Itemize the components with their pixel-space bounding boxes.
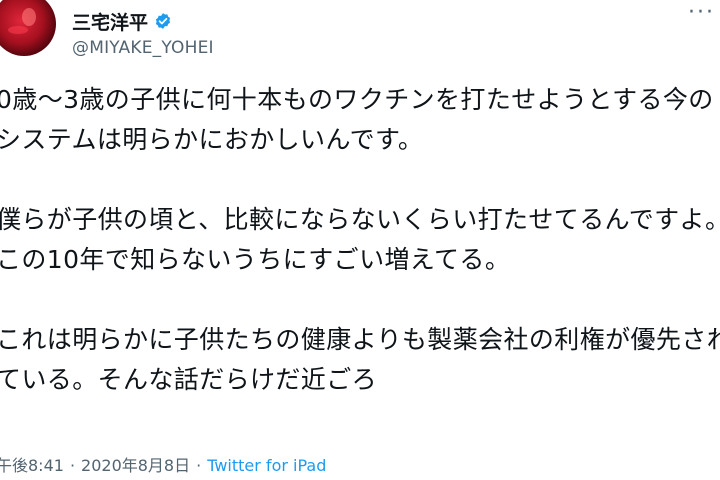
tweet-source-link[interactable]: Twitter for iPad	[207, 456, 326, 475]
avatar-highlight	[22, 8, 36, 26]
author-display-name[interactable]: 三宅洋平	[72, 8, 148, 35]
author-handle[interactable]: @MIYAKE_YOHEI	[72, 38, 214, 58]
author-name-row: 三宅洋平	[72, 8, 172, 34]
tweet-time[interactable]: 午後8:41	[0, 456, 64, 475]
meta-separator: ·	[69, 456, 76, 475]
tweet-metadata: 午後8:41 · 2020年8月8日 · Twitter for iPad	[0, 452, 326, 476]
avatar[interactable]	[0, 0, 56, 56]
meta-separator: ·	[196, 456, 202, 475]
tweet-date[interactable]: 2020年8月8日	[81, 456, 190, 475]
avatar-highlight	[8, 26, 28, 34]
verified-badge-icon	[155, 13, 171, 29]
more-options-icon[interactable]: ···	[688, 0, 715, 25]
tweet-text: 0歳〜3歳の子供に何十本ものワクチンを打たせようとする今のシステムは明らかにおか…	[0, 85, 720, 394]
